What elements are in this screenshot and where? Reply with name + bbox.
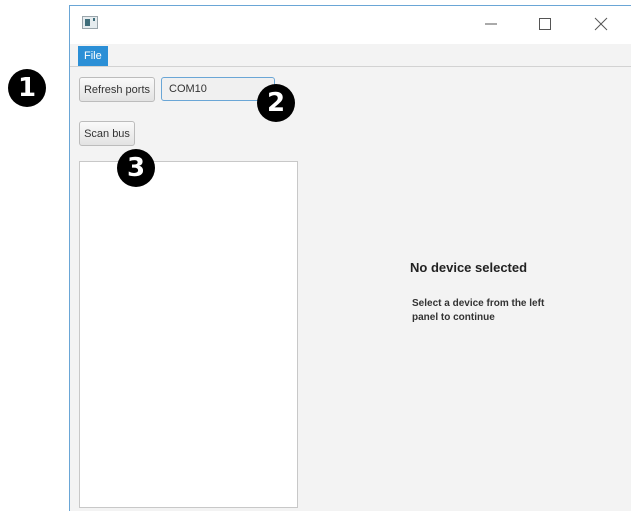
- callout-2: 2: [257, 84, 295, 122]
- title-bar[interactable]: [70, 6, 631, 44]
- close-button[interactable]: [578, 6, 624, 42]
- maximize-icon: [539, 18, 551, 30]
- menu-file[interactable]: File: [78, 46, 108, 66]
- callout-1-number: 1: [17, 73, 37, 103]
- callout-3-number: 3: [126, 153, 146, 183]
- device-list[interactable]: [79, 161, 298, 508]
- port-select-value: COM10: [169, 83, 207, 95]
- minimize-button[interactable]: [468, 6, 514, 42]
- scan-bus-button[interactable]: Scan bus: [79, 121, 135, 146]
- app-window: File Refresh ports COM10 Scan bus No dev…: [69, 5, 631, 511]
- callout-3: 3: [117, 149, 155, 187]
- menu-bar: File: [70, 44, 631, 67]
- app-icon: [82, 16, 98, 29]
- refresh-ports-button[interactable]: Refresh ports: [79, 77, 155, 102]
- close-icon: [594, 17, 608, 31]
- no-device-message: Select a device from the left panel to c…: [412, 298, 545, 323]
- minimize-icon: [485, 23, 497, 25]
- callout-1: 1: [8, 69, 46, 107]
- callout-2-number: 2: [266, 88, 286, 118]
- no-device-title: No device selected: [410, 260, 528, 275]
- maximize-button[interactable]: [522, 6, 568, 42]
